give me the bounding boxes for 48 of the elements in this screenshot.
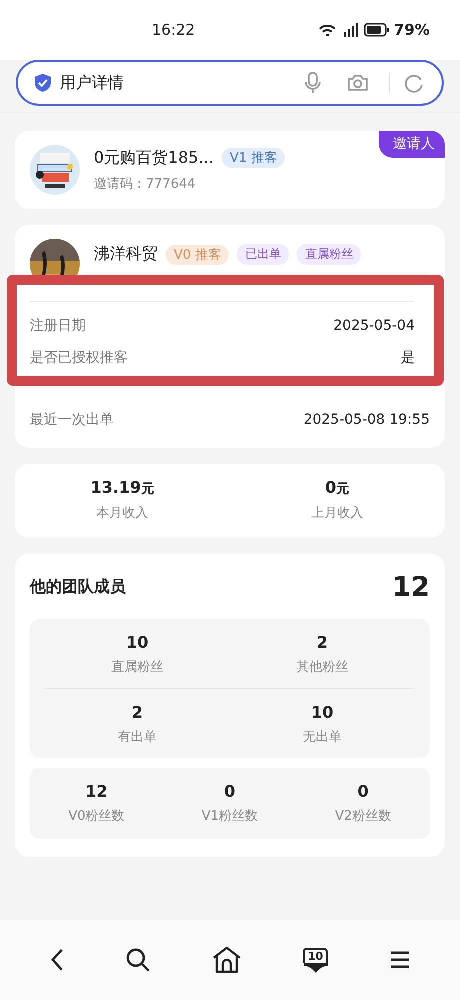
status-tag: 直属粉丝	[297, 244, 362, 265]
search-icon[interactable]	[125, 947, 152, 973]
battery-icon	[364, 23, 390, 37]
field-label: 最近一次出单	[30, 411, 114, 429]
user-name: 0元购百货185...	[94, 148, 214, 168]
level-badge: V1 推客	[222, 148, 286, 168]
menu-icon[interactable]	[390, 950, 410, 970]
stat-value: 10	[126, 633, 149, 652]
stat-label: 直属粉丝	[112, 659, 164, 676]
stat-label: V2粉丝数	[335, 808, 392, 825]
stat-label: V1粉丝数	[202, 808, 258, 825]
stat-label: 其他粉丝	[296, 659, 348, 676]
section-title: 他的团队成员	[30, 577, 126, 598]
home-icon[interactable]	[212, 946, 242, 974]
shield-icon	[34, 73, 52, 93]
field-value: 2025-05-04	[334, 318, 415, 334]
refresh-icon[interactable]	[404, 73, 424, 93]
team-count: 12	[392, 572, 430, 603]
level-badge: V0 推客	[166, 244, 230, 264]
income-amount: 0元	[325, 478, 350, 498]
field-value: 2025-05-08 19:55	[304, 412, 430, 428]
stat-label: V0粉丝数	[68, 808, 125, 825]
invite-code: 邀请码：777644	[94, 176, 197, 192]
income-amount: 13.19元	[90, 478, 154, 498]
battery-level: 79%	[394, 21, 430, 39]
stat-value: 12	[86, 782, 108, 801]
stat-label: 本月收入	[96, 505, 148, 522]
stat-value: 2	[132, 703, 144, 722]
inviter-ribbon: 邀请人	[379, 131, 445, 158]
field-label: 注册日期	[30, 317, 86, 335]
back-icon[interactable]	[50, 948, 64, 972]
field-label: 是否已授权推客	[30, 349, 128, 367]
user-name: 沸洋科贸	[94, 244, 158, 265]
stat-value: 0	[358, 782, 369, 801]
stat-label: 无出单	[303, 729, 342, 746]
stat-label: 有出单	[118, 729, 157, 746]
status-tag: 已出单	[237, 244, 290, 265]
signal-icon	[342, 23, 360, 37]
status-time: 16:22	[152, 21, 196, 39]
field-value: 是	[401, 349, 415, 367]
search-field[interactable]: 用户详情	[16, 60, 444, 106]
camera-icon[interactable]	[347, 74, 369, 92]
microphone-icon[interactable]	[305, 72, 321, 94]
stat-value: 0	[224, 782, 236, 801]
stat-label: 上月收入	[312, 505, 364, 522]
stat-value: 2	[316, 633, 328, 652]
wifi-icon	[318, 23, 338, 37]
stat-value: 10	[311, 703, 334, 722]
